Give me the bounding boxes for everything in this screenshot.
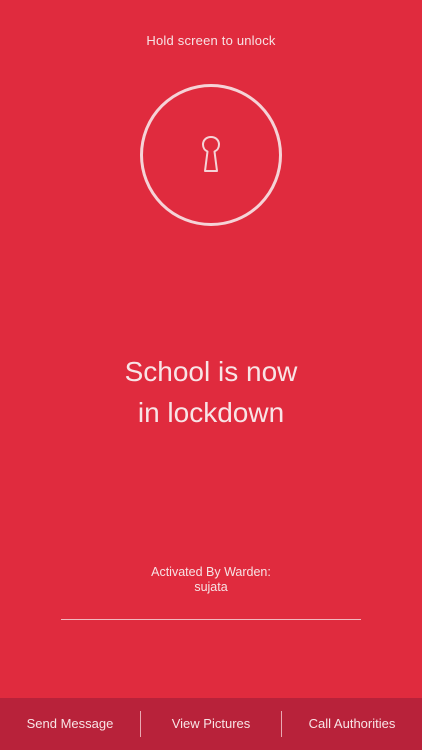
activated-by-info: Activated By Warden: sujata: [0, 565, 422, 595]
activated-by-label: Activated By Warden:: [151, 565, 271, 579]
hold-to-unlock-hint: Hold screen to unlock: [146, 33, 276, 48]
divider-line: [61, 619, 361, 620]
lockdown-headline: School is now in lockdown: [0, 351, 422, 433]
headline-line-1: School is now: [124, 356, 298, 387]
keyhole-icon: [202, 136, 220, 172]
view-pictures-button[interactable]: View Pictures: [141, 698, 281, 750]
call-authorities-button[interactable]: Call Authorities: [282, 698, 422, 750]
warden-name: sujata: [194, 580, 228, 594]
headline-line-2: in lockdown: [137, 397, 285, 428]
send-message-button[interactable]: Send Message: [0, 698, 140, 750]
bottom-action-bar: Send Message View Pictures Call Authorit…: [0, 698, 422, 750]
unlock-ring[interactable]: [140, 84, 282, 226]
